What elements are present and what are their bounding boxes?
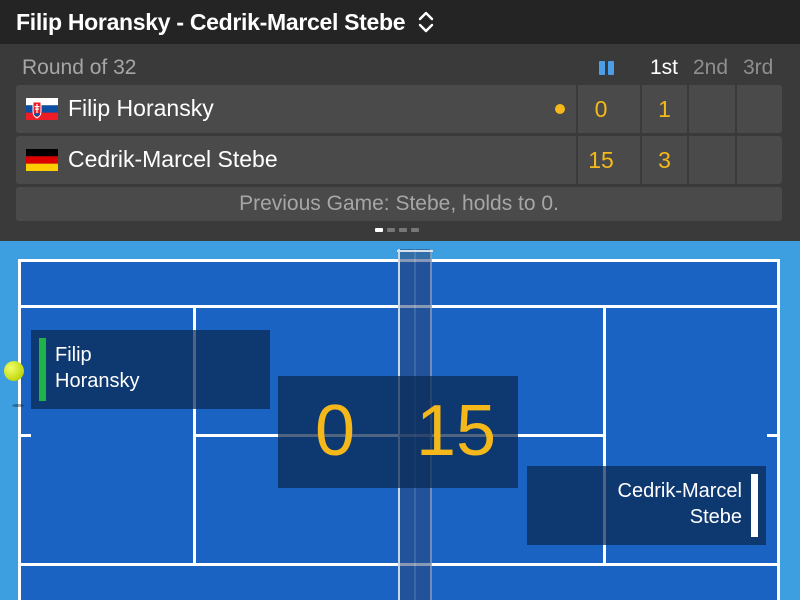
- slovakia-flag-icon: [26, 98, 58, 120]
- center-mark-right: [767, 434, 777, 437]
- center-mark-left: [21, 434, 31, 437]
- match-title: Filip Horansky - Cedrik-Marcel Stebe: [16, 8, 406, 35]
- player-row-stebe: Cedrik-Marcel Stebe 15 3: [16, 136, 782, 184]
- previous-game-summary: Previous Game: Stebe, holds to 0.: [16, 187, 782, 221]
- set-2-header: 2nd: [693, 56, 729, 79]
- tennis-ball-icon: [4, 361, 24, 381]
- match-switcher-icon[interactable]: [417, 9, 435, 35]
- scoreboard-header: Round of 32 1st 2nd 3rd: [0, 52, 800, 82]
- ball-shadow: [12, 404, 24, 407]
- left-player-points: 0: [315, 391, 356, 471]
- court-player-label-left: Filip Horansky: [31, 330, 270, 409]
- player-row-horansky: Filip Horansky 0 1: [16, 85, 782, 133]
- serving-indicator-icon: [555, 104, 565, 114]
- court-player-last-name: Horansky: [55, 370, 140, 392]
- set-3-score: [735, 85, 782, 133]
- page-dot[interactable]: [375, 228, 383, 232]
- court-player-first-name: Cedrik-Marcel: [617, 480, 742, 502]
- right-player-points: 15: [416, 391, 497, 471]
- player-bar-icon: [751, 474, 758, 537]
- serving-bar-icon: [39, 338, 46, 401]
- player-name: Cedrik-Marcel Stebe: [68, 146, 278, 172]
- page-indicator[interactable]: [375, 228, 419, 232]
- court-player-last-name: Stebe: [689, 506, 742, 528]
- court-view: Filip Horansky Cedrik-Marcel Stebe 0 15: [0, 241, 800, 600]
- pause-icon[interactable]: [598, 61, 616, 75]
- player-name: Filip Horansky: [68, 95, 214, 121]
- set-1-header: 1st: [650, 56, 679, 79]
- set-1-score: 3: [640, 136, 687, 184]
- game-points: 0: [576, 85, 624, 133]
- germany-flag-icon: [26, 149, 58, 171]
- page-dot[interactable]: [399, 228, 407, 232]
- page-dot[interactable]: [411, 228, 419, 232]
- page-dot[interactable]: [387, 228, 395, 232]
- set-3-score: [735, 136, 782, 184]
- scoreboard: Round of 32 1st 2nd 3rd Filip Horansky 0…: [0, 44, 800, 241]
- current-game-score: 0 15: [278, 376, 518, 488]
- court-player-label-right: Cedrik-Marcel Stebe: [527, 466, 766, 545]
- game-points: 15: [576, 136, 624, 184]
- set-3-header: 3rd: [743, 56, 774, 79]
- set-2-score: [687, 136, 735, 184]
- round-label: Round of 32: [22, 56, 137, 79]
- match-title-bar: Filip Horansky - Cedrik-Marcel Stebe: [0, 0, 800, 44]
- set-2-score: [687, 85, 735, 133]
- court-player-first-name: Filip: [55, 344, 92, 366]
- set-1-score: 1: [640, 85, 687, 133]
